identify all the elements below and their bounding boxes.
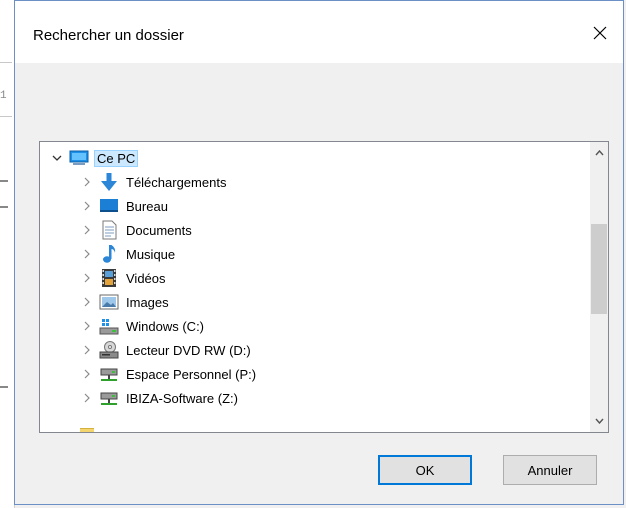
network-drive-icon bbox=[98, 364, 120, 384]
scrollbar-thumb[interactable] bbox=[591, 224, 607, 314]
computer-icon bbox=[68, 148, 90, 168]
tree-item-label: Musique bbox=[126, 246, 176, 262]
desktop-icon bbox=[98, 196, 120, 216]
downloads-icon bbox=[98, 172, 120, 192]
close-icon bbox=[593, 26, 607, 40]
tree-item-label: Documents bbox=[126, 222, 192, 238]
tree-item-label: Images bbox=[126, 294, 169, 310]
scroll-down-button[interactable] bbox=[590, 412, 608, 430]
title-bar: Rechercher un dossier bbox=[15, 1, 623, 63]
cancel-button[interactable]: Annuler bbox=[503, 455, 597, 485]
background-mark bbox=[0, 180, 8, 182]
system-drive-icon bbox=[98, 316, 120, 336]
tree-item-musique[interactable]: Musique bbox=[80, 242, 177, 266]
chevron-right-icon[interactable] bbox=[80, 367, 94, 381]
dvd-drive-icon bbox=[98, 340, 120, 360]
network-drive-icon bbox=[98, 388, 120, 408]
vertical-scrollbar[interactable] bbox=[590, 142, 608, 432]
background-divider bbox=[0, 62, 12, 63]
music-icon bbox=[98, 244, 120, 264]
tree-item-label: Espace Personnel (P:) bbox=[126, 366, 257, 382]
scroll-up-button[interactable] bbox=[590, 144, 608, 162]
background-window: 1 bbox=[0, 0, 15, 508]
tree-item-telechargements[interactable]: Téléchargements bbox=[80, 170, 228, 194]
chevron-up-icon bbox=[594, 150, 604, 156]
tree-item-label: Vidéos bbox=[126, 270, 166, 286]
background-divider bbox=[0, 116, 12, 117]
chevron-right-icon[interactable] bbox=[80, 247, 94, 261]
folder-icon bbox=[80, 428, 94, 432]
ok-button[interactable]: OK bbox=[378, 455, 472, 485]
close-button[interactable] bbox=[577, 13, 623, 53]
background-text: 1 bbox=[0, 90, 7, 102]
tree-item-label: Bureau bbox=[126, 198, 168, 214]
tree-item-images[interactable]: Images bbox=[80, 290, 171, 314]
tree-item-label: IBIZA-Software (Z:) bbox=[126, 390, 238, 406]
dialog-title: Rechercher un dossier bbox=[33, 27, 184, 44]
chevron-right-icon[interactable] bbox=[80, 175, 94, 189]
tree-item-ibiza-software-z[interactable]: IBIZA-Software (Z:) bbox=[80, 386, 240, 410]
tree-item-ce-pc[interactable]: Ce PC bbox=[50, 146, 139, 170]
chevron-right-icon[interactable] bbox=[80, 343, 94, 357]
background-mark bbox=[0, 386, 8, 388]
documents-icon bbox=[98, 220, 120, 240]
folder-tree-list: Ce PC Téléchargements Bureau Documents M… bbox=[40, 142, 590, 432]
tree-item-windows-c[interactable]: Windows (C:) bbox=[80, 314, 206, 338]
chevron-right-icon[interactable] bbox=[80, 319, 94, 333]
chevron-down-icon bbox=[594, 418, 604, 424]
tree-item-espace-personnel-p[interactable]: Espace Personnel (P:) bbox=[80, 362, 258, 386]
tree-item-documents[interactable]: Documents bbox=[80, 218, 194, 242]
tree-item-label: Lecteur DVD RW (D:) bbox=[126, 342, 251, 358]
chevron-right-icon[interactable] bbox=[80, 295, 94, 309]
tree-item-label: Windows (C:) bbox=[126, 318, 205, 334]
chevron-right-icon[interactable] bbox=[80, 223, 94, 237]
videos-icon bbox=[98, 268, 120, 288]
chevron-right-icon[interactable] bbox=[80, 391, 94, 405]
tree-item-label: Ce PC bbox=[94, 149, 139, 167]
folder-tree[interactable]: Ce PC Téléchargements Bureau Documents M… bbox=[39, 141, 609, 433]
tree-item-videos[interactable]: Vidéos bbox=[80, 266, 168, 290]
tree-item-label: Téléchargements bbox=[126, 174, 227, 190]
browse-folder-dialog: Rechercher un dossier Ce PC Téléchargeme… bbox=[14, 0, 624, 505]
chevron-right-icon[interactable] bbox=[80, 271, 94, 285]
chevron-down-icon[interactable] bbox=[50, 151, 64, 165]
images-icon bbox=[98, 292, 120, 312]
tree-item-bureau[interactable]: Bureau bbox=[80, 194, 170, 218]
chevron-right-icon[interactable] bbox=[80, 199, 94, 213]
background-mark bbox=[0, 206, 8, 208]
tree-item-dvd-d[interactable]: Lecteur DVD RW (D:) bbox=[80, 338, 253, 362]
